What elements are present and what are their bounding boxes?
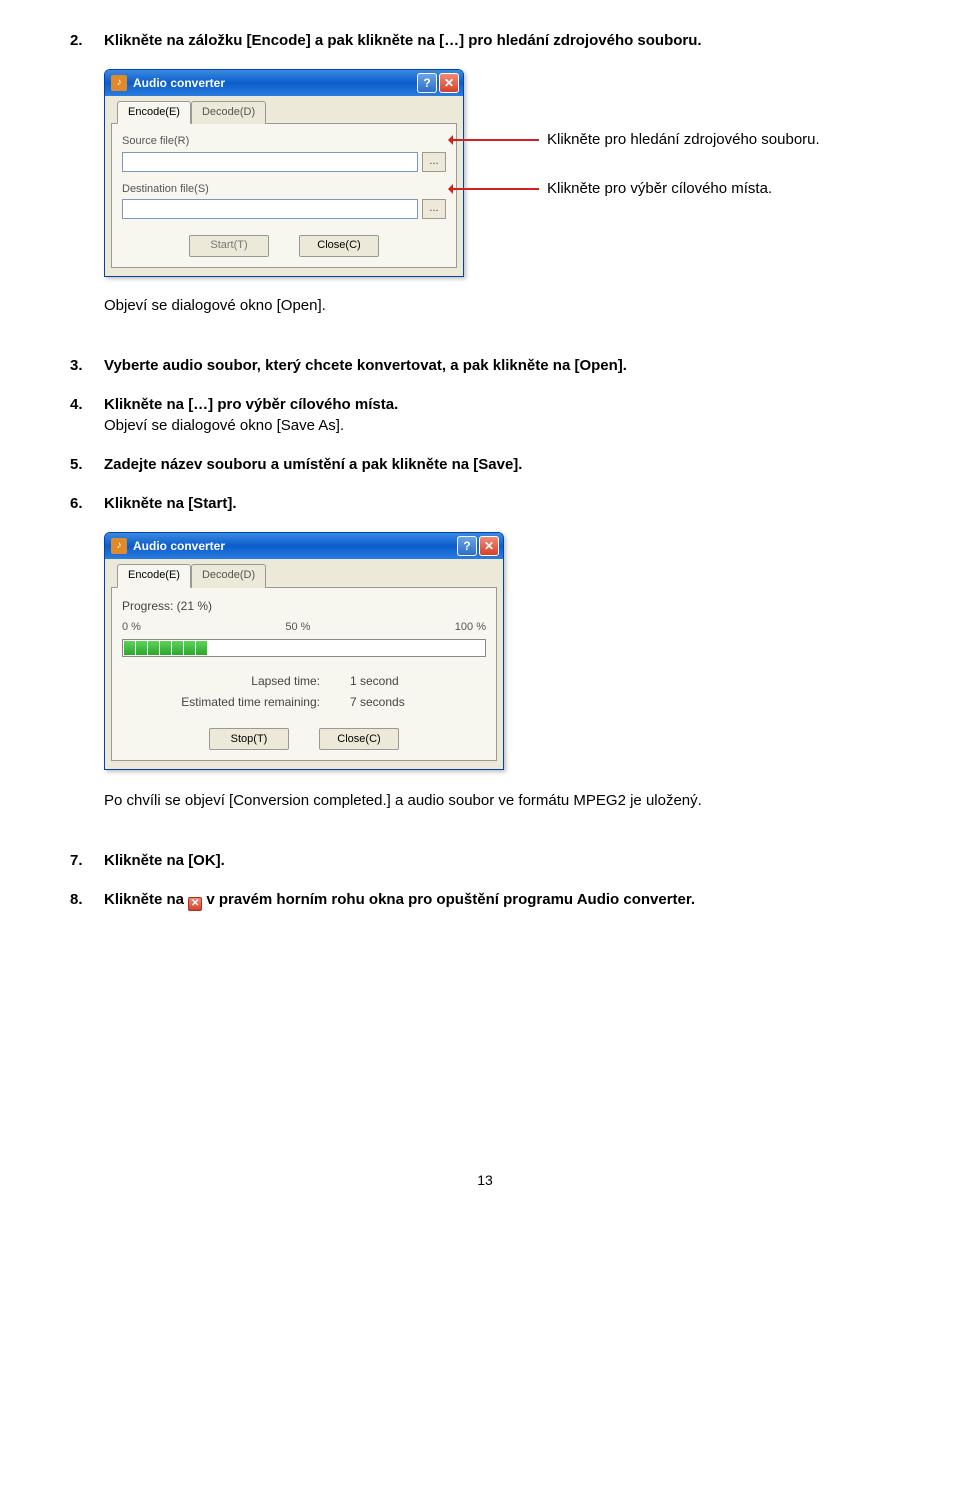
progress-text: Progress: (21 %) [122, 598, 486, 615]
progress-segment [136, 641, 147, 655]
help-button[interactable]: ? [417, 73, 437, 93]
dest-file-input[interactable] [122, 199, 418, 219]
remaining-row: Estimated time remaining: 7 seconds [122, 692, 486, 713]
callouts: Klikněte pro hledání zdrojového souboru.… [464, 69, 820, 199]
progress-segment [160, 641, 171, 655]
button-row: Start(T) Close(C) [122, 235, 446, 257]
lapsed-label: Lapsed time: [128, 673, 350, 690]
progress-segment [148, 641, 159, 655]
tab-decode[interactable]: Decode(D) [191, 564, 266, 587]
progress-bar [122, 639, 486, 657]
step-6-text: Klikněte na [Start]. [104, 493, 237, 514]
step-3-num: 3. [70, 355, 92, 376]
step-3: 3. Vyberte audio soubor, který chcete ko… [70, 355, 900, 376]
pct-0: 0 % [122, 620, 141, 635]
tab-panel: Progress: (21 %) 0 % 50 % 100 % Lapsed t… [111, 587, 497, 762]
pct-50: 50 % [285, 620, 310, 635]
step-4-body: Klikněte na […] pro výběr cílového místa… [104, 394, 398, 436]
step-2-num: 2. [70, 30, 92, 51]
titlebar: ♪ Audio converter ? ✕ [105, 533, 503, 559]
remaining-label: Estimated time remaining: [128, 694, 350, 711]
step-8: 8. Klikněte na ✕ v pravém horním rohu ok… [70, 889, 900, 911]
step-6-num: 6. [70, 493, 92, 514]
pct-100: 100 % [455, 620, 486, 635]
stop-button[interactable]: Stop(T) [209, 728, 289, 750]
step-2-text: Klikněte na záložku [Encode] a pak klikn… [104, 30, 702, 51]
window-title: Audio converter [133, 75, 415, 92]
tab-encode[interactable]: Encode(E) [117, 564, 191, 587]
app-icon: ♪ [111, 538, 127, 554]
tabs-row: Encode(E) Decode(D) [111, 563, 497, 586]
step-8-body: Klikněte na ✕ v pravém horním rohu okna … [104, 889, 695, 911]
step-4-num: 4. [70, 394, 92, 415]
step-6-note: Po chvíli se objeví [Conversion complete… [104, 790, 900, 811]
source-file-label: Source file(R) [122, 134, 446, 149]
step-4-note: Objeví se dialogové okno [Save As]. [104, 417, 344, 434]
close-button[interactable]: ✕ [479, 536, 499, 556]
step-8-after: v pravém horním rohu okna pro opuštění p… [206, 891, 695, 908]
step-7-num: 7. [70, 850, 92, 871]
tab-panel: Source file(R) ... Destination file(S) .… [111, 123, 457, 268]
button-row: Stop(T) Close(C) [122, 728, 486, 750]
window-title: Audio converter [133, 538, 455, 555]
close-button-2[interactable]: Close(C) [319, 728, 399, 750]
step-4: 4. Klikněte na […] pro výběr cílového mí… [70, 394, 900, 436]
source-browse-button[interactable]: ... [422, 152, 446, 172]
progress-segment [172, 641, 183, 655]
audio-converter-window-1: ♪ Audio converter ? ✕ Encode(E) Decode(D… [104, 69, 464, 277]
step-8-before: Klikněte na [104, 891, 188, 908]
dest-browse-button[interactable]: ... [422, 199, 446, 219]
dest-file-row: ... [122, 199, 446, 219]
callout-2: Klikněte pro výběr cílového místa. [464, 178, 820, 199]
callout-1-text: Klikněte pro hledání zdrojového souboru. [547, 129, 820, 150]
window-body: Encode(E) Decode(D) Progress: (21 %) 0 %… [105, 559, 503, 769]
callout-2-text: Klikněte pro výběr cílového místa. [547, 178, 772, 199]
lapsed-row: Lapsed time: 1 second [122, 671, 486, 692]
progress-segment [196, 641, 207, 655]
page-number: 13 [70, 1171, 900, 1191]
step-5-text: Zadejte název souboru a umístění a pak k… [104, 454, 522, 475]
close-button-2[interactable]: Close(C) [299, 235, 379, 257]
close-x-icon: ✕ [188, 897, 202, 911]
tab-decode[interactable]: Decode(D) [191, 101, 266, 124]
tabs-row: Encode(E) Decode(D) [111, 100, 457, 123]
step-7-text: Klikněte na [OK]. [104, 850, 225, 871]
app-icon: ♪ [111, 75, 127, 91]
remaining-value: 7 seconds [350, 694, 480, 711]
source-file-input[interactable] [122, 152, 418, 172]
window-body: Encode(E) Decode(D) Source file(R) ... D… [105, 96, 463, 276]
step-5-num: 5. [70, 454, 92, 475]
progress-segment [184, 641, 195, 655]
percent-row: 0 % 50 % 100 % [122, 620, 486, 635]
callout-1: Klikněte pro hledání zdrojového souboru. [464, 129, 820, 150]
step-4-text: Klikněte na […] pro výběr cílového místa… [104, 396, 398, 413]
arrow-icon [449, 188, 539, 190]
step-2: 2. Klikněte na záložku [Encode] a pak kl… [70, 30, 900, 51]
step-3-text: Vyberte audio soubor, který chcete konve… [104, 355, 627, 376]
start-button[interactable]: Start(T) [189, 235, 269, 257]
help-button[interactable]: ? [457, 536, 477, 556]
window1-wrapper: ♪ Audio converter ? ✕ Encode(E) Decode(D… [104, 69, 900, 277]
step-7: 7. Klikněte na [OK]. [70, 850, 900, 871]
arrow-icon [449, 139, 539, 141]
dest-file-label: Destination file(S) [122, 182, 446, 197]
step-6: 6. Klikněte na [Start]. [70, 493, 900, 514]
close-button[interactable]: ✕ [439, 73, 459, 93]
step-8-num: 8. [70, 889, 92, 910]
progress-segment [124, 641, 135, 655]
source-file-row: ... [122, 152, 446, 172]
step-5: 5. Zadejte název souboru a umístění a pa… [70, 454, 900, 475]
lapsed-value: 1 second [350, 673, 480, 690]
tab-encode[interactable]: Encode(E) [117, 101, 191, 124]
titlebar: ♪ Audio converter ? ✕ [105, 70, 463, 96]
audio-converter-window-2: ♪ Audio converter ? ✕ Encode(E) Decode(D… [104, 532, 504, 770]
step-2-note: Objeví se dialogové okno [Open]. [104, 295, 900, 316]
